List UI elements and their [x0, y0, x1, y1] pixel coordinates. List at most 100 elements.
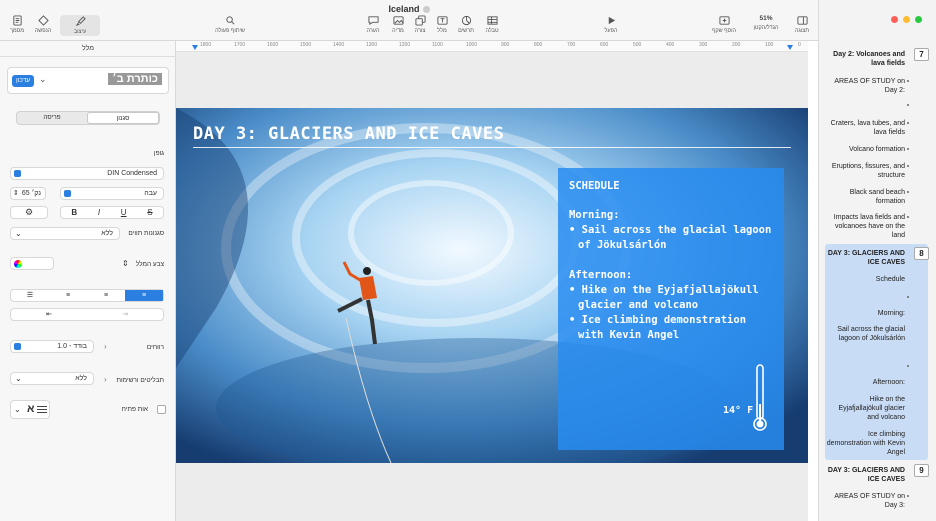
outline-item[interactable]: Hike on the Eyjafjallajökull glacier and… — [825, 395, 905, 422]
outline-slide-8-title[interactable]: DAY 3: GLACIERS AND ICE CAVES — [825, 249, 905, 267]
outline-item[interactable]: Afternoon: — [825, 378, 905, 387]
character-styles-label: סגנונות תווים — [128, 230, 164, 237]
paragraph-style-name: כותרת ב׳ — [108, 73, 162, 85]
afternoon-item: • Ice climbing demonstration with Kevin … — [569, 314, 747, 341]
character-styles-popup[interactable]: ⌄ ללא — [10, 227, 120, 240]
indent-buttons[interactable]: ⇤ ⇥ — [10, 308, 164, 321]
play-button[interactable]: הפעל — [596, 15, 626, 34]
outline-item[interactable]: Volcano formation — [825, 145, 905, 154]
outline-slide-7-title[interactable]: Day 2: Volcanoes and lava fields — [825, 50, 905, 68]
disclosure-chevron-icon[interactable]: › — [104, 375, 107, 384]
bullets-label: תבליטים ורשימות — [116, 377, 164, 384]
zoom-window-button[interactable] — [915, 16, 922, 23]
outline-item[interactable]: Craters, lava tubes, and lava fields — [825, 119, 905, 137]
zoom-button[interactable]: 51% הגדל/הקטן — [751, 15, 781, 31]
close-window-button[interactable] — [891, 16, 898, 23]
table-icon — [486, 16, 498, 25]
bullet-dot — [907, 148, 909, 150]
align-right-icon[interactable]: ≡ — [125, 290, 163, 301]
chevron-down-icon: ⌄ — [14, 405, 21, 414]
outline-item[interactable]: Ice climbing demonstration with Kevin An… — [825, 430, 905, 457]
paragraph-style-panel[interactable]: עדכון ⌄ כותרת ב׳ — [7, 67, 169, 94]
slide-number-9[interactable]: 9 — [914, 464, 929, 477]
update-style-button[interactable]: עדכון — [12, 75, 34, 87]
table-button[interactable]: טבלה — [477, 15, 507, 34]
font-name-popup[interactable]: DIN Condensed — [10, 167, 164, 180]
text-options-popup[interactable]: ⚙ — [10, 206, 48, 219]
strikethrough-icon[interactable]: S — [147, 208, 152, 217]
play-icon — [608, 16, 615, 25]
document-button[interactable]: מסמך — [2, 15, 32, 34]
format-button[interactable]: עיצוב — [60, 15, 100, 36]
font-style-buttons[interactable]: B I U S — [60, 206, 164, 219]
slide[interactable]: DAY 3: GLACIERS AND ICE CAVES SCHEDULE M… — [176, 108, 808, 463]
color-wheel-icon[interactable] — [14, 260, 22, 268]
title-chevron-icon[interactable] — [422, 6, 430, 14]
bullet-dot — [907, 122, 909, 124]
ruler-tick: 700 — [567, 42, 576, 48]
tab-layout[interactable]: פריסה — [17, 112, 87, 124]
drop-cap-style-popup[interactable]: ⌄ א — [10, 400, 50, 419]
ruler-tick: 100 — [765, 42, 774, 48]
comment-button[interactable]: הערה — [358, 15, 388, 34]
ruler-tick: 500 — [633, 42, 642, 48]
horizontal-ruler[interactable]: 1800 1700 1600 1500 1400 1300 1200 1100 … — [176, 41, 808, 52]
toolbar: Iceland תצוגה 51% הגדל/הקטן הוסף שקף הפע… — [0, 0, 818, 41]
chart-icon — [461, 15, 471, 26]
inspector-tabs[interactable]: פריסה סגנון — [16, 111, 160, 125]
ruler-tick: 1600 — [267, 42, 279, 48]
minimize-window-button[interactable] — [903, 16, 910, 23]
slide-title[interactable]: DAY 3: GLACIERS AND ICE CAVES — [193, 124, 504, 144]
paintbrush-icon — [75, 16, 86, 27]
animate-button[interactable]: הנפשה — [28, 15, 58, 34]
ruler-tick: 1000 — [466, 42, 478, 48]
outline-item[interactable]: AREAS OF STUDY on Day 3: — [825, 492, 905, 510]
outline-item[interactable]: Sail across the glacial lagoon of Jökuls… — [825, 325, 905, 343]
decrease-indent-icon[interactable]: ⇤ — [11, 309, 87, 320]
schedule-box[interactable]: SCHEDULE Morning: • Sail across the glac… — [558, 168, 784, 450]
left-indent-marker[interactable] — [192, 45, 198, 50]
outline-item[interactable]: Eruptions, fissures, and structure — [825, 162, 905, 180]
outline-item[interactable]: Impacts lava fields and volcanoes have o… — [825, 213, 905, 240]
document-title[interactable]: Iceland — [0, 4, 818, 14]
stepper-icon[interactable]: ⇕ — [13, 189, 19, 197]
italic-icon[interactable]: I — [98, 208, 100, 217]
align-left-icon[interactable]: ≡ — [49, 290, 87, 301]
media-icon — [392, 16, 404, 25]
collaborate-button[interactable]: שיתוף פעולה — [208, 15, 252, 34]
afternoon-item: • Hike on the Eyjafjallajökull glacier a… — [569, 284, 759, 311]
text-color-well[interactable] — [10, 257, 54, 270]
alignment-buttons[interactable]: ☰ ≡ ≡ ≡ — [10, 289, 164, 302]
stepper-icon[interactable]: ⇕ — [122, 259, 129, 268]
bold-icon[interactable]: B — [71, 208, 77, 217]
outline-item[interactable]: Black sand beach formation — [825, 188, 905, 206]
document-icon — [12, 15, 22, 26]
disclosure-chevron-icon[interactable]: › — [104, 342, 107, 351]
bullet-dot — [907, 216, 909, 218]
increase-indent-icon[interactable]: ⇥ — [87, 309, 163, 320]
style-chevron-icon[interactable]: ⌄ — [39, 74, 47, 85]
add-slide-button[interactable]: הוסף שקף — [709, 15, 739, 34]
bullet-dot — [907, 104, 909, 106]
bullets-popup[interactable]: ⌄ ללא — [10, 372, 94, 385]
outline-slide-9-title[interactable]: DAY 3: GLACIERS AND ICE CAVES — [825, 466, 905, 484]
underline-icon[interactable]: U — [121, 208, 127, 217]
view-button[interactable]: תצוגה — [787, 15, 817, 34]
ruler-tick: 1100 — [432, 42, 443, 48]
align-center-icon[interactable]: ≡ — [87, 290, 125, 301]
slide-number-8[interactable]: 8 — [914, 247, 929, 260]
slide-number-7[interactable]: 7 — [914, 48, 929, 61]
outline-item[interactable]: Schedule — [825, 275, 905, 284]
spacing-popup[interactable]: 1.0 - בודד — [10, 340, 94, 353]
outline-item[interactable]: Morning: — [825, 309, 905, 318]
font-weight-popup[interactable]: עבה — [60, 187, 164, 200]
justify-icon[interactable]: ☰ — [11, 290, 49, 301]
outline-item[interactable]: AREAS OF STUDY on Day 2: — [825, 77, 905, 95]
temperature-label: 14° F — [723, 405, 754, 416]
right-indent-marker[interactable] — [787, 45, 793, 50]
font-size-field[interactable]: ⇕ 65 נק׳ — [10, 187, 46, 200]
drop-cap-checkbox[interactable] — [157, 405, 166, 414]
bullet-dot — [907, 191, 909, 193]
tab-style[interactable]: סגנון — [87, 112, 159, 124]
add-slide-icon — [718, 16, 730, 25]
